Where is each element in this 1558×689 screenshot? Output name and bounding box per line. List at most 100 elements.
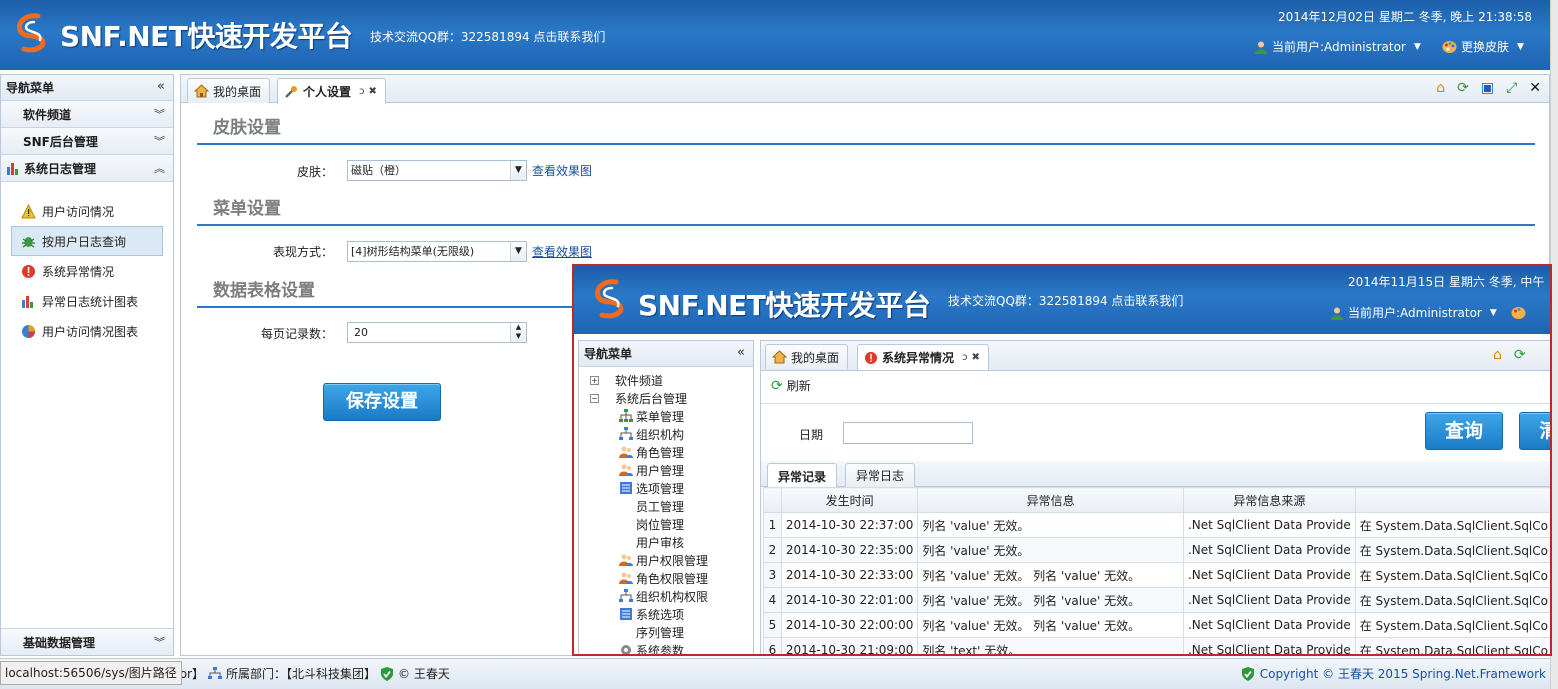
tree-node: 岗位管理 bbox=[579, 515, 753, 533]
blank-icon bbox=[619, 535, 633, 549]
blank-icon bbox=[619, 625, 633, 639]
occurred-time-cell: 2014-10-30 22:35:00 bbox=[780, 537, 919, 563]
menu-style-value: [4]树形结构菜单(无限级) bbox=[351, 245, 475, 258]
column-header: 异常信息来源 bbox=[1182, 487, 1356, 513]
current-user-menu[interactable]: 当前用户:Administrator ▼ bbox=[1254, 38, 1421, 55]
tree-node-label: 序列管理 bbox=[636, 625, 685, 640]
collapse-left-icon[interactable]: « bbox=[157, 79, 165, 94]
exception-source-cell: .Net SqlClient Data Provide bbox=[1182, 587, 1356, 613]
expand-icon[interactable]: ⤢ bbox=[1506, 80, 1517, 96]
tab-label: 个人设置 bbox=[303, 85, 352, 99]
nav-item-user-access-chart[interactable]: 用户访问情况图表 bbox=[1, 316, 173, 346]
expand-down-icon: ︾ bbox=[154, 135, 165, 148]
stack-trace-cell: 在 System.Data.SqlClient.SqlCo bbox=[1354, 587, 1550, 613]
exception-message-cell: 列名 'value' 无效。 列名 'value' 无效。 bbox=[917, 612, 1184, 638]
tree-node: + 软件频道 bbox=[579, 371, 753, 389]
tab-my-desktop[interactable]: 我的桌面 bbox=[187, 78, 271, 103]
nav-item-system-exception[interactable]: 系统异常情况 bbox=[1, 256, 173, 286]
check-shield-icon bbox=[1241, 666, 1254, 681]
sub-tab-bar: 异常记录 异常日志 bbox=[761, 461, 1550, 489]
tree-node-label: 用户权限管理 bbox=[636, 553, 709, 568]
nav-item-exception-chart[interactable]: 异常日志统计图表 bbox=[1, 286, 173, 316]
inner-user-label: 当前用户:Administrator bbox=[1348, 306, 1482, 320]
tree-node: 选项管理 bbox=[579, 479, 753, 497]
table-row: 3 2014-10-30 22:33:00 列名 'value' 无效。 列名 'v… bbox=[763, 562, 1550, 588]
occurred-time-cell: 2014-10-30 22:37:00 bbox=[780, 512, 919, 538]
inner-tab-desktop: 我的桌面 bbox=[765, 344, 849, 369]
column-header bbox=[763, 487, 782, 513]
refresh-label: 刷新 bbox=[786, 379, 811, 393]
skin-select-value: 磁贴（橙） bbox=[351, 164, 406, 177]
tab-bar: 我的桌面 个人设置 ↄ ✖ ⌂ ⟳ ▣ ⤢ ✕ bbox=[181, 75, 1549, 104]
tree-node-label: 选项管理 bbox=[636, 481, 685, 496]
nav-group-system-log[interactable]: 系统日志管理 ︽ bbox=[1, 155, 173, 182]
error-icon bbox=[864, 351, 878, 364]
tree-node: − 系统后台管理 bbox=[579, 389, 753, 407]
pie-chart-icon bbox=[22, 324, 35, 338]
spinner-arrows-icon[interactable]: ▲ ▼ bbox=[510, 323, 526, 342]
department-info: tor】 所属部门：【北斗科技集团】 © 王春天 bbox=[175, 665, 450, 682]
stack-trace-cell: 在 System.Data.SqlClient.SqlCo bbox=[1354, 562, 1550, 588]
exception-message-cell: 列名 'text' 无效。 bbox=[917, 637, 1184, 654]
tree-node: 组织机构 bbox=[579, 425, 753, 443]
tab-personal-settings[interactable]: 个人设置 ↄ ✖ bbox=[277, 78, 386, 104]
collapse-minus-icon: − bbox=[590, 393, 599, 403]
per-page-spinner[interactable]: 20 ▲ ▼ bbox=[347, 322, 527, 343]
skin-section-title: 皮肤设置 bbox=[197, 115, 1535, 145]
table-row: 4 2014-10-30 22:01:00 列名 'value' 无效。 列名 'v… bbox=[763, 587, 1550, 613]
refresh-icon[interactable]: ⟳ bbox=[1457, 80, 1469, 96]
nav-group-snf-admin[interactable]: SNF后台管理 ︾ bbox=[1, 128, 173, 155]
tree-node: 组织机构权限 bbox=[579, 587, 753, 605]
exception-source-cell: .Net SqlClient Data Provide bbox=[1182, 512, 1356, 538]
save-settings-button[interactable]: 保存设置 bbox=[323, 383, 441, 421]
exception-table: 发生时间 异常信息 异常信息来源 1 2014-10-30 22:37:00 列名 … bbox=[763, 487, 1550, 654]
close-icon[interactable]: ✕ bbox=[1529, 80, 1541, 96]
stack-trace-cell: 在 System.Data.SqlClient.SqlCo bbox=[1354, 637, 1550, 654]
tree-node-label: 角色权限管理 bbox=[636, 571, 709, 586]
exception-message-cell: 列名 'value' 无效。 bbox=[917, 512, 1184, 538]
bar-chart-icon bbox=[7, 162, 18, 175]
wrench-icon bbox=[285, 85, 297, 98]
occurred-time-cell: 2014-10-30 22:00:00 bbox=[780, 612, 919, 638]
qq-contact-link[interactable]: 技术交流QQ群：322581894 点击联系我们 bbox=[370, 28, 605, 45]
nav-header: 导航菜单 « bbox=[1, 75, 173, 101]
gear-icon bbox=[619, 643, 633, 654]
inner-user-menu: 当前用户:Administrator ▼ bbox=[1330, 304, 1526, 321]
fullscreen-icon[interactable]: ▣ bbox=[1481, 80, 1494, 96]
embedded-screenshot: SNF.NET快速开发平台 技术交流QQ群：322581894 点击联系我们 2… bbox=[572, 264, 1552, 656]
change-skin-label: 更换皮肤 bbox=[1461, 40, 1510, 54]
stack-trace-cell: 在 System.Data.SqlClient.SqlCo bbox=[1354, 612, 1550, 638]
nav-group-software[interactable]: 软件频道 ︾ bbox=[1, 101, 173, 128]
occurred-time-cell: 2014-10-30 22:33:00 bbox=[780, 562, 919, 588]
exception-source-cell: .Net SqlClient Data Provide bbox=[1182, 612, 1356, 638]
nav-item-user-access[interactable]: 用户访问情况 bbox=[1, 196, 173, 226]
nav-item-label: 异常日志统计图表 bbox=[42, 294, 139, 309]
home-icon bbox=[194, 84, 209, 98]
change-skin-menu[interactable]: 更换皮肤 ▼ bbox=[1442, 38, 1524, 55]
refresh-tab-icon[interactable]: ↄ bbox=[359, 86, 365, 97]
home-icon[interactable]: ⌂ bbox=[1436, 80, 1445, 96]
blank-icon bbox=[619, 517, 633, 531]
tree-node: 序列管理 bbox=[579, 623, 753, 641]
column-header bbox=[1354, 487, 1550, 513]
nav-group-basic-data[interactable]: 基础数据管理 ︾ bbox=[1, 628, 173, 655]
list-icon bbox=[619, 607, 633, 621]
tree-node: 用户权限管理 bbox=[579, 551, 753, 569]
menu-style-select[interactable]: [4]树形结构菜单(无限级) ▼ bbox=[347, 241, 527, 262]
blank-icon bbox=[619, 499, 633, 513]
inner-tab-system-exception: 系统异常情况 ↄ ✖ bbox=[857, 344, 989, 370]
row-number: 5 bbox=[763, 612, 782, 638]
skin-select[interactable]: 磁贴（橙） ▼ bbox=[347, 160, 527, 181]
tree-node: 角色管理 bbox=[579, 443, 753, 461]
exception-source-cell: .Net SqlClient Data Provide bbox=[1182, 637, 1356, 654]
inner-nav-panel: 导航菜单 « + 软件频道 − 系统后台管理 菜单管理 组织机构 角色管理 用户管理 选项管理员… bbox=[578, 340, 754, 656]
stack-trace-cell: 在 System.Data.SqlClient.SqlCo bbox=[1354, 512, 1550, 538]
tree-node-label: 系统参数 bbox=[636, 643, 685, 656]
nav-item-user-log-query[interactable]: 按用户日志查询 bbox=[11, 226, 163, 256]
inner-brand-title: SNF.NET快速开发平台 bbox=[638, 289, 931, 322]
sub-tab-exception-records: 异常记录 bbox=[767, 463, 838, 489]
view-menu-effect-link[interactable]: 查看效果图 bbox=[532, 243, 592, 260]
view-skin-effect-link[interactable]: 查看效果图 bbox=[532, 162, 592, 179]
brand-title: SNF.NET快速开发平台 bbox=[60, 20, 353, 53]
close-tab-icon[interactable]: ✖ bbox=[369, 86, 377, 97]
